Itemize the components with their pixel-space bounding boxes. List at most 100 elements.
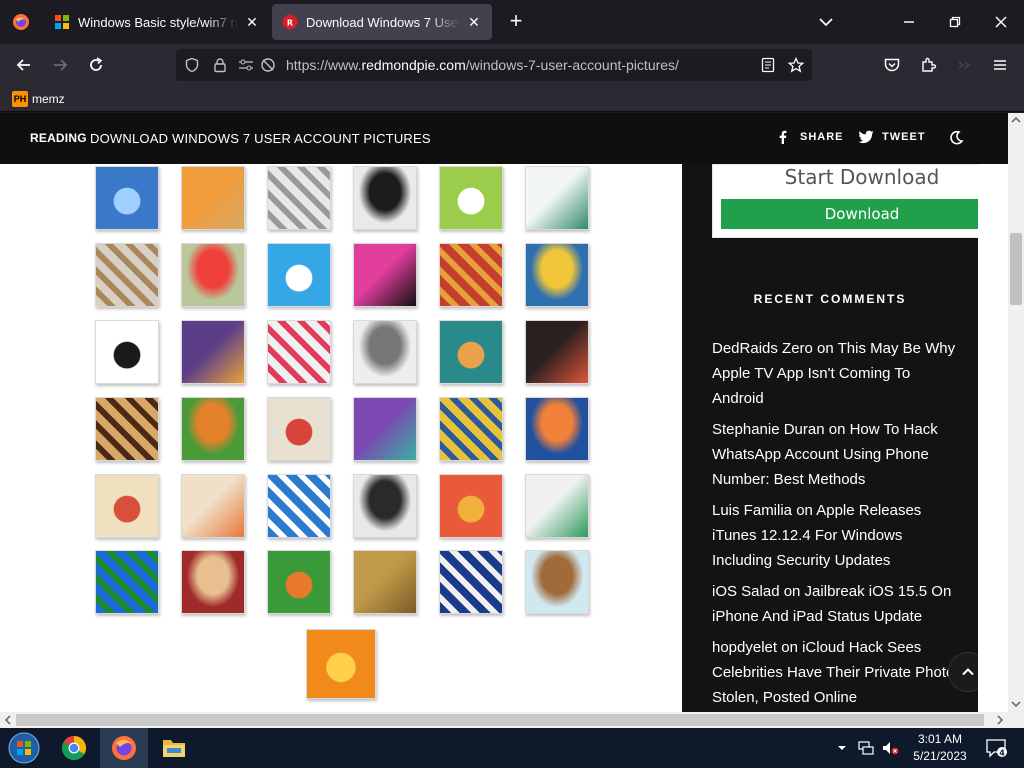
taskbar-chrome[interactable] (50, 728, 98, 768)
user-picture-crayons[interactable] (181, 320, 245, 384)
close-window-button[interactable] (978, 0, 1024, 44)
user-picture-rug[interactable] (181, 550, 245, 614)
user-picture-orange-daisy[interactable] (306, 629, 376, 699)
pocket-icon[interactable] (878, 51, 906, 79)
user-picture-lucky-cat[interactable] (439, 166, 503, 230)
network-icon[interactable] (856, 738, 876, 758)
bookmark-memz[interactable]: PH memz (12, 91, 65, 107)
scroll-down-arrow-icon[interactable] (1008, 697, 1024, 711)
comment-item[interactable]: iOS Salad on Jailbreak iOS 15.5 On iPhon… (712, 579, 962, 629)
user-picture-suitcase[interactable] (525, 550, 589, 614)
share-button[interactable]: SHARE (776, 130, 844, 144)
comment-item[interactable]: Luis Familia on Apple Releases iTunes 12… (712, 498, 962, 573)
overflow-icon[interactable] (950, 51, 978, 79)
show-hidden-icons[interactable] (832, 738, 852, 758)
user-picture-turntable[interactable] (353, 166, 417, 230)
windows-orb-icon (8, 732, 40, 764)
volume-muted-icon[interactable] (880, 738, 900, 758)
firefox-view-icon[interactable] (8, 10, 34, 34)
user-picture-window[interactable] (95, 550, 159, 614)
tab-windows-basic-style[interactable]: Windows Basic style/win7 non ✕ (44, 4, 270, 40)
hamburger-menu-icon[interactable] (986, 51, 1014, 79)
reader-view-icon[interactable] (758, 55, 778, 75)
vertical-scrollbar-thumb[interactable] (1010, 233, 1022, 305)
comment-item[interactable]: DedRaids Zero on This May Be Why Apple T… (712, 336, 962, 411)
user-picture-jacks[interactable] (353, 320, 417, 384)
twitter-icon (858, 130, 874, 144)
shield-icon[interactable] (182, 55, 202, 75)
user-picture-robot-toy[interactable] (267, 166, 331, 230)
url-text[interactable]: https://www.redmondpie.com/windows-7-use… (286, 57, 679, 73)
reload-icon[interactable] (82, 51, 110, 79)
user-picture-balloon[interactable] (95, 474, 159, 538)
user-picture-kitten[interactable] (95, 243, 159, 307)
scroll-left-arrow-icon[interactable] (0, 712, 16, 728)
redmondpie-icon: R (282, 14, 298, 30)
horizontal-scrollbar-thumb[interactable] (16, 714, 984, 726)
windows-logo-icon (54, 14, 70, 30)
close-tab-icon[interactable]: ✕ (244, 14, 260, 31)
download-button[interactable]: Download (721, 199, 1003, 229)
user-picture-stairs[interactable] (439, 320, 503, 384)
minimize-button[interactable] (886, 0, 932, 44)
user-picture-gyroscope[interactable] (525, 166, 589, 230)
comment-item[interactable]: hopdyelet on iCloud Hack Sees Celebritie… (712, 635, 962, 710)
system-clock[interactable]: 3:01 AM 5/21/2023 (904, 731, 976, 765)
extensions-icon[interactable] (914, 51, 942, 79)
scroll-right-arrow-icon[interactable] (992, 712, 1008, 728)
user-picture-ball[interactable] (353, 243, 417, 307)
user-picture-star-lantern[interactable] (267, 320, 331, 384)
user-picture-robot[interactable] (267, 397, 331, 461)
user-picture-starfish[interactable] (181, 166, 245, 230)
user-picture-pomeranian[interactable] (181, 397, 245, 461)
tab-download-windows-7[interactable]: R Download Windows 7 User Ac ✕ (272, 4, 492, 40)
url-bar[interactable]: https://www.redmondpie.com/windows-7-use… (176, 49, 812, 81)
user-picture-silk[interactable] (353, 397, 417, 461)
lock-icon[interactable] (210, 55, 230, 75)
user-picture-roller-coaster[interactable] (95, 166, 159, 230)
download-widget: Start Download Download (712, 164, 1006, 238)
user-picture-fish[interactable] (525, 397, 589, 461)
user-picture-guitar[interactable] (95, 397, 159, 461)
back-icon[interactable] (10, 51, 38, 79)
share-label: SHARE (800, 131, 844, 143)
user-picture-doll[interactable] (181, 474, 245, 538)
tab-strip: Windows Basic style/win7 non ✕ R Downloa… (0, 0, 1024, 44)
user-picture-leaf[interactable] (525, 243, 589, 307)
user-picture-basket-weave[interactable] (353, 550, 417, 614)
user-picture-paper-crane[interactable] (525, 320, 589, 384)
url-prefix: https://www. (286, 57, 362, 73)
vertical-scrollbar[interactable] (1008, 113, 1024, 713)
user-picture-red-flower[interactable] (181, 243, 245, 307)
list-all-tabs-icon[interactable] (814, 12, 838, 32)
user-picture-soccer-ball[interactable] (353, 474, 417, 538)
restore-button[interactable] (932, 0, 978, 44)
user-picture-butterfly[interactable] (267, 550, 331, 614)
close-tab-icon[interactable]: ✕ (466, 14, 482, 31)
dark-mode-icon[interactable] (948, 130, 966, 148)
user-picture-lighthouse[interactable] (439, 550, 503, 614)
new-tab-button[interactable]: + (504, 10, 528, 34)
tracking-blocked-icon[interactable] (258, 55, 278, 75)
user-picture-marbles[interactable] (525, 474, 589, 538)
user-picture-dog[interactable] (95, 320, 159, 384)
start-button[interactable] (0, 728, 48, 768)
user-picture-fabric[interactable] (439, 243, 503, 307)
taskbar-firefox[interactable] (100, 728, 148, 768)
sidebar: Start Download Download RECENT COMMENTS … (682, 164, 1006, 713)
ph-bookmark-icon: PH (12, 91, 28, 107)
forward-icon[interactable] (46, 51, 74, 79)
user-picture-sunflower[interactable] (439, 397, 503, 461)
user-picture-scarves[interactable] (439, 474, 503, 538)
user-picture-sailboat[interactable] (267, 474, 331, 538)
comment-item[interactable]: Stephanie Duran on How To Hack WhatsApp … (712, 417, 962, 492)
bookmark-star-icon[interactable] (786, 55, 806, 75)
scroll-up-arrow-icon[interactable] (1008, 113, 1024, 127)
horizontal-scrollbar[interactable] (0, 712, 1024, 728)
taskbar-explorer[interactable] (150, 728, 198, 768)
action-center-icon[interactable]: 4 (984, 738, 1008, 758)
clock-date: 5/21/2023 (913, 749, 967, 763)
permissions-icon[interactable] (236, 55, 256, 75)
user-picture-pinwheel[interactable] (267, 243, 331, 307)
tweet-button[interactable]: TWEET (858, 130, 926, 144)
